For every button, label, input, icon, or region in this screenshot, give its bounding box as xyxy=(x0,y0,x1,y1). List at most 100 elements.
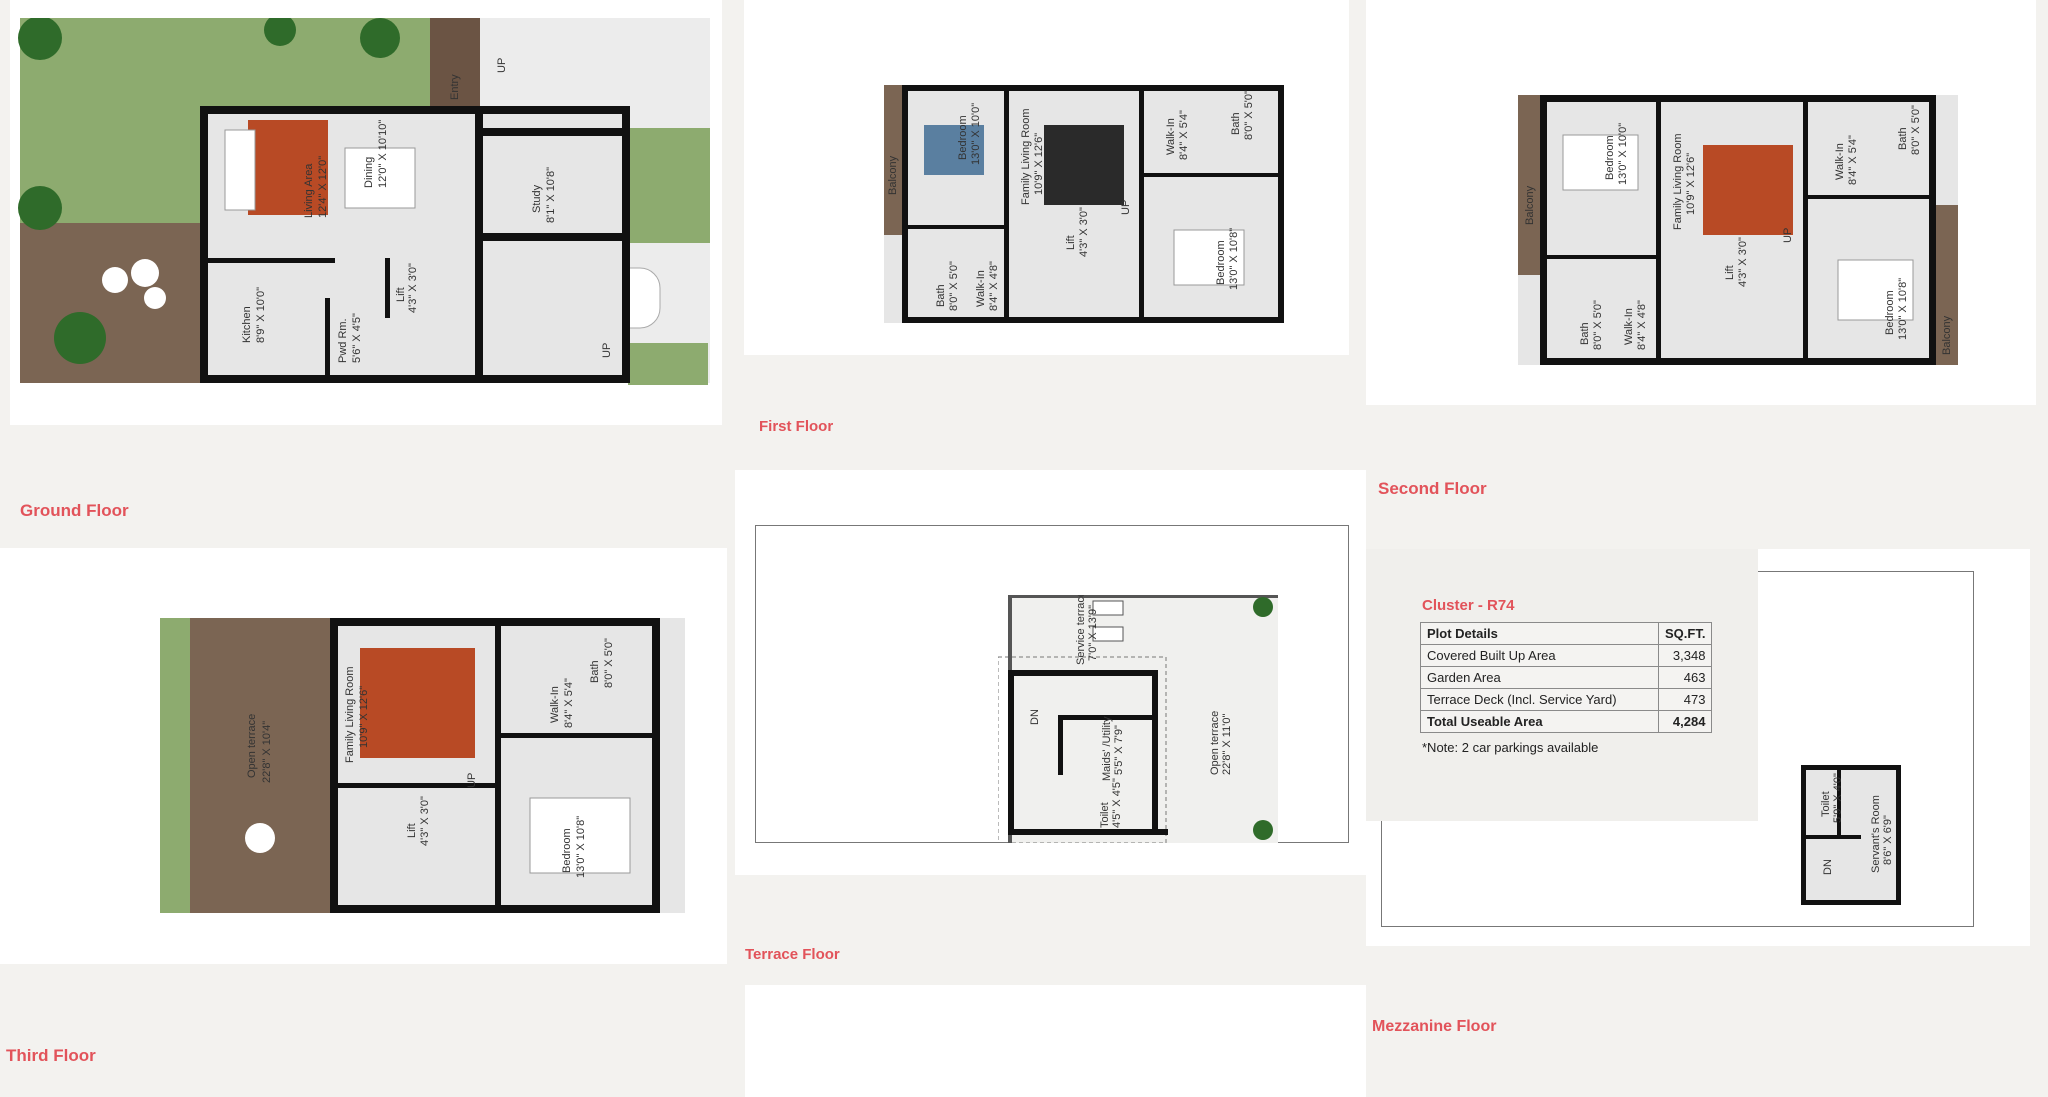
bedroom-size: 13'0" X 10'0" xyxy=(1617,123,1629,185)
bath-size: 8'0" X 5'0" xyxy=(603,638,615,688)
walk-in-size: 8'4" X 5'4" xyxy=(563,678,575,728)
walk-in-size: 8'4" X 4'8" xyxy=(1636,300,1648,350)
lift-size: 4'3" X 3'0" xyxy=(1737,237,1749,287)
row-name: Covered Built Up Area xyxy=(1420,644,1659,667)
bedroom-label: Bedroom xyxy=(1884,290,1896,335)
lift-label: Lift xyxy=(395,287,407,302)
first-floor-panel: Balcony Bedroom 13'0" X 10'0" Family Liv… xyxy=(744,0,1366,470)
garden-chair xyxy=(102,267,128,293)
third-floor-plan: Open terrace 22'8" X 10'4" Family Living… xyxy=(160,618,685,913)
terrace-floor-blank xyxy=(745,985,1366,1097)
row-name: Terrace Deck (Incl. Service Yard) xyxy=(1420,688,1659,711)
study-size: 8'1" X 10'8" xyxy=(545,167,557,223)
bath-size: 8'0" X 5'0" xyxy=(1243,90,1255,140)
lift-size: 4'3" X 3'0" xyxy=(1078,207,1090,257)
walk-in-size: 8'4" X 5'4" xyxy=(1847,135,1859,185)
bedroom-label: Bedroom xyxy=(1604,135,1616,180)
bath-size: 8'0" X 5'0" xyxy=(1910,105,1922,155)
mezzanine-floor-plan: Toilet 5'9" X 4'0" Servant's Room 8'6" X… xyxy=(1801,765,1901,905)
bath-label: Bath xyxy=(935,284,947,307)
bath-size: 8'0" X 5'0" xyxy=(1592,300,1604,350)
first-floor-plan: Balcony Bedroom 13'0" X 10'0" Family Liv… xyxy=(884,85,1284,323)
service-terrace-label: Service terrace xyxy=(1075,595,1087,665)
powder-room-label: Pwd Rm. xyxy=(337,318,349,363)
mezzanine-floor-caption: Mezzanine Floor xyxy=(1372,1018,1497,1035)
bedroom-label: Bedroom xyxy=(1215,240,1227,285)
terrace-floor-panel: Service terrace 7'0" X 13'9" Open terrac… xyxy=(735,470,1366,1097)
terrace-floor-plan: Service terrace 7'0" X 13'9" Open terrac… xyxy=(998,595,1278,843)
bedroom-label: Bedroom xyxy=(957,115,969,160)
lift-label: Lift xyxy=(406,823,418,838)
second-floor-plan: Balcony Bedroom 13'0" X 10'0" Family Liv… xyxy=(1518,95,1958,365)
side-lawn xyxy=(630,128,710,243)
walk-in-label: Walk-In xyxy=(549,686,561,723)
toilet-size: 4'5" X 4'5" xyxy=(1111,778,1123,828)
lift-label: Lift xyxy=(1065,235,1077,250)
ground-floor-panel: Entry UP Living Area 12'4" X 12'0" Dinin… xyxy=(0,0,735,548)
sofa xyxy=(224,129,256,211)
table-row: Covered Built Up Area 3,348 xyxy=(1420,644,1713,667)
third-floor-caption: Third Floor xyxy=(6,1046,96,1065)
open-terrace-label: Open terrace xyxy=(1209,711,1221,775)
dn-label: DN xyxy=(1822,859,1834,875)
up-label: UP xyxy=(496,58,508,73)
living-area-size: 12'4" X 12'0" xyxy=(317,156,329,218)
bath-label: Bath xyxy=(1579,322,1591,345)
terrace-table xyxy=(245,823,275,853)
walk-in-size: 8'4" X 4'8" xyxy=(988,261,1000,311)
balcony-label: Balcony xyxy=(1941,315,1953,355)
up-label: UP xyxy=(466,773,478,788)
bedroom-size: 13'0" X 10'8" xyxy=(1897,278,1909,340)
open-terrace-label: Open terrace xyxy=(246,714,258,778)
row-value: 473 xyxy=(1657,688,1713,711)
lift-size: 4'3" X 3'0" xyxy=(419,796,431,846)
plot-details-table: Plot Details SQ.FT. Covered Built Up Are… xyxy=(1420,622,1713,733)
second-floor-caption: Second Floor xyxy=(1378,479,1487,498)
rug xyxy=(1044,125,1124,205)
service-terrace-size: 7'0" X 13'9" xyxy=(1087,605,1099,661)
lift-size: 4'3" X 3'0" xyxy=(407,263,419,313)
dn-label: DN xyxy=(1029,709,1041,725)
table-total-row: Total Useable Area 4,284 xyxy=(1420,710,1713,733)
total-name: Total Useable Area xyxy=(1420,710,1659,733)
toilet-size: 5'9" X 4'0" xyxy=(1832,773,1844,823)
toilet-label: Toilet xyxy=(1099,802,1111,828)
family-living-size: 10'9" X 12'6" xyxy=(1685,153,1697,215)
cluster-info-box: Cluster - R74 Plot Details SQ.FT. Covere… xyxy=(1366,549,1758,821)
wooden-deck xyxy=(20,223,200,383)
walk-in-label: Walk-In xyxy=(1165,118,1177,155)
family-living-size: 10'9" X 12'6" xyxy=(1033,133,1045,195)
total-value: 4,284 xyxy=(1657,710,1713,733)
balcony-label: Balcony xyxy=(1524,185,1536,225)
cluster-title: Cluster - R74 xyxy=(1422,597,1515,614)
terrace-floor-caption: Terrace Floor xyxy=(745,946,840,963)
entry-label: Entry xyxy=(449,74,461,100)
up-label: UP xyxy=(1782,228,1794,243)
bath-size: 8'0" X 5'0" xyxy=(948,261,960,311)
shrub xyxy=(1253,597,1273,617)
shrub xyxy=(18,18,62,60)
family-living-label: Family Living Room xyxy=(1672,133,1684,230)
servants-room-size: 8'6" X 6'9" xyxy=(1882,815,1894,865)
family-living-label: Family Living Room xyxy=(344,666,356,763)
maids-utility-size: 5'5" X 7'9" xyxy=(1113,725,1125,775)
open-terrace-size: 22'8" X 11'0" xyxy=(1221,714,1233,775)
row-name: Garden Area xyxy=(1420,666,1659,689)
first-floor-caption: First Floor xyxy=(759,418,834,435)
ground-floor-caption: Ground Floor xyxy=(20,501,129,520)
bedroom-size: 13'0" X 10'8" xyxy=(575,816,587,878)
row-value: 463 xyxy=(1657,666,1713,689)
rug xyxy=(248,120,328,215)
walk-in-label: Walk-In xyxy=(1834,143,1846,180)
sqft-header: SQ.FT. xyxy=(1657,622,1713,645)
shrub xyxy=(360,18,400,58)
shrub xyxy=(1253,820,1273,840)
plot-details-header: Plot Details xyxy=(1420,622,1659,645)
ground-floor-plan: Entry UP Living Area 12'4" X 12'0" Dinin… xyxy=(10,18,710,390)
up-label: UP xyxy=(1120,200,1132,215)
balcony-deck xyxy=(1518,95,1540,275)
maids-utility-label: Maids' /Utility xyxy=(1101,716,1113,781)
parking-note: *Note: 2 car parkings available xyxy=(1422,740,1599,755)
kitchen-size: 8'9" X 10'0" xyxy=(255,287,267,343)
garden-chair xyxy=(144,287,166,309)
